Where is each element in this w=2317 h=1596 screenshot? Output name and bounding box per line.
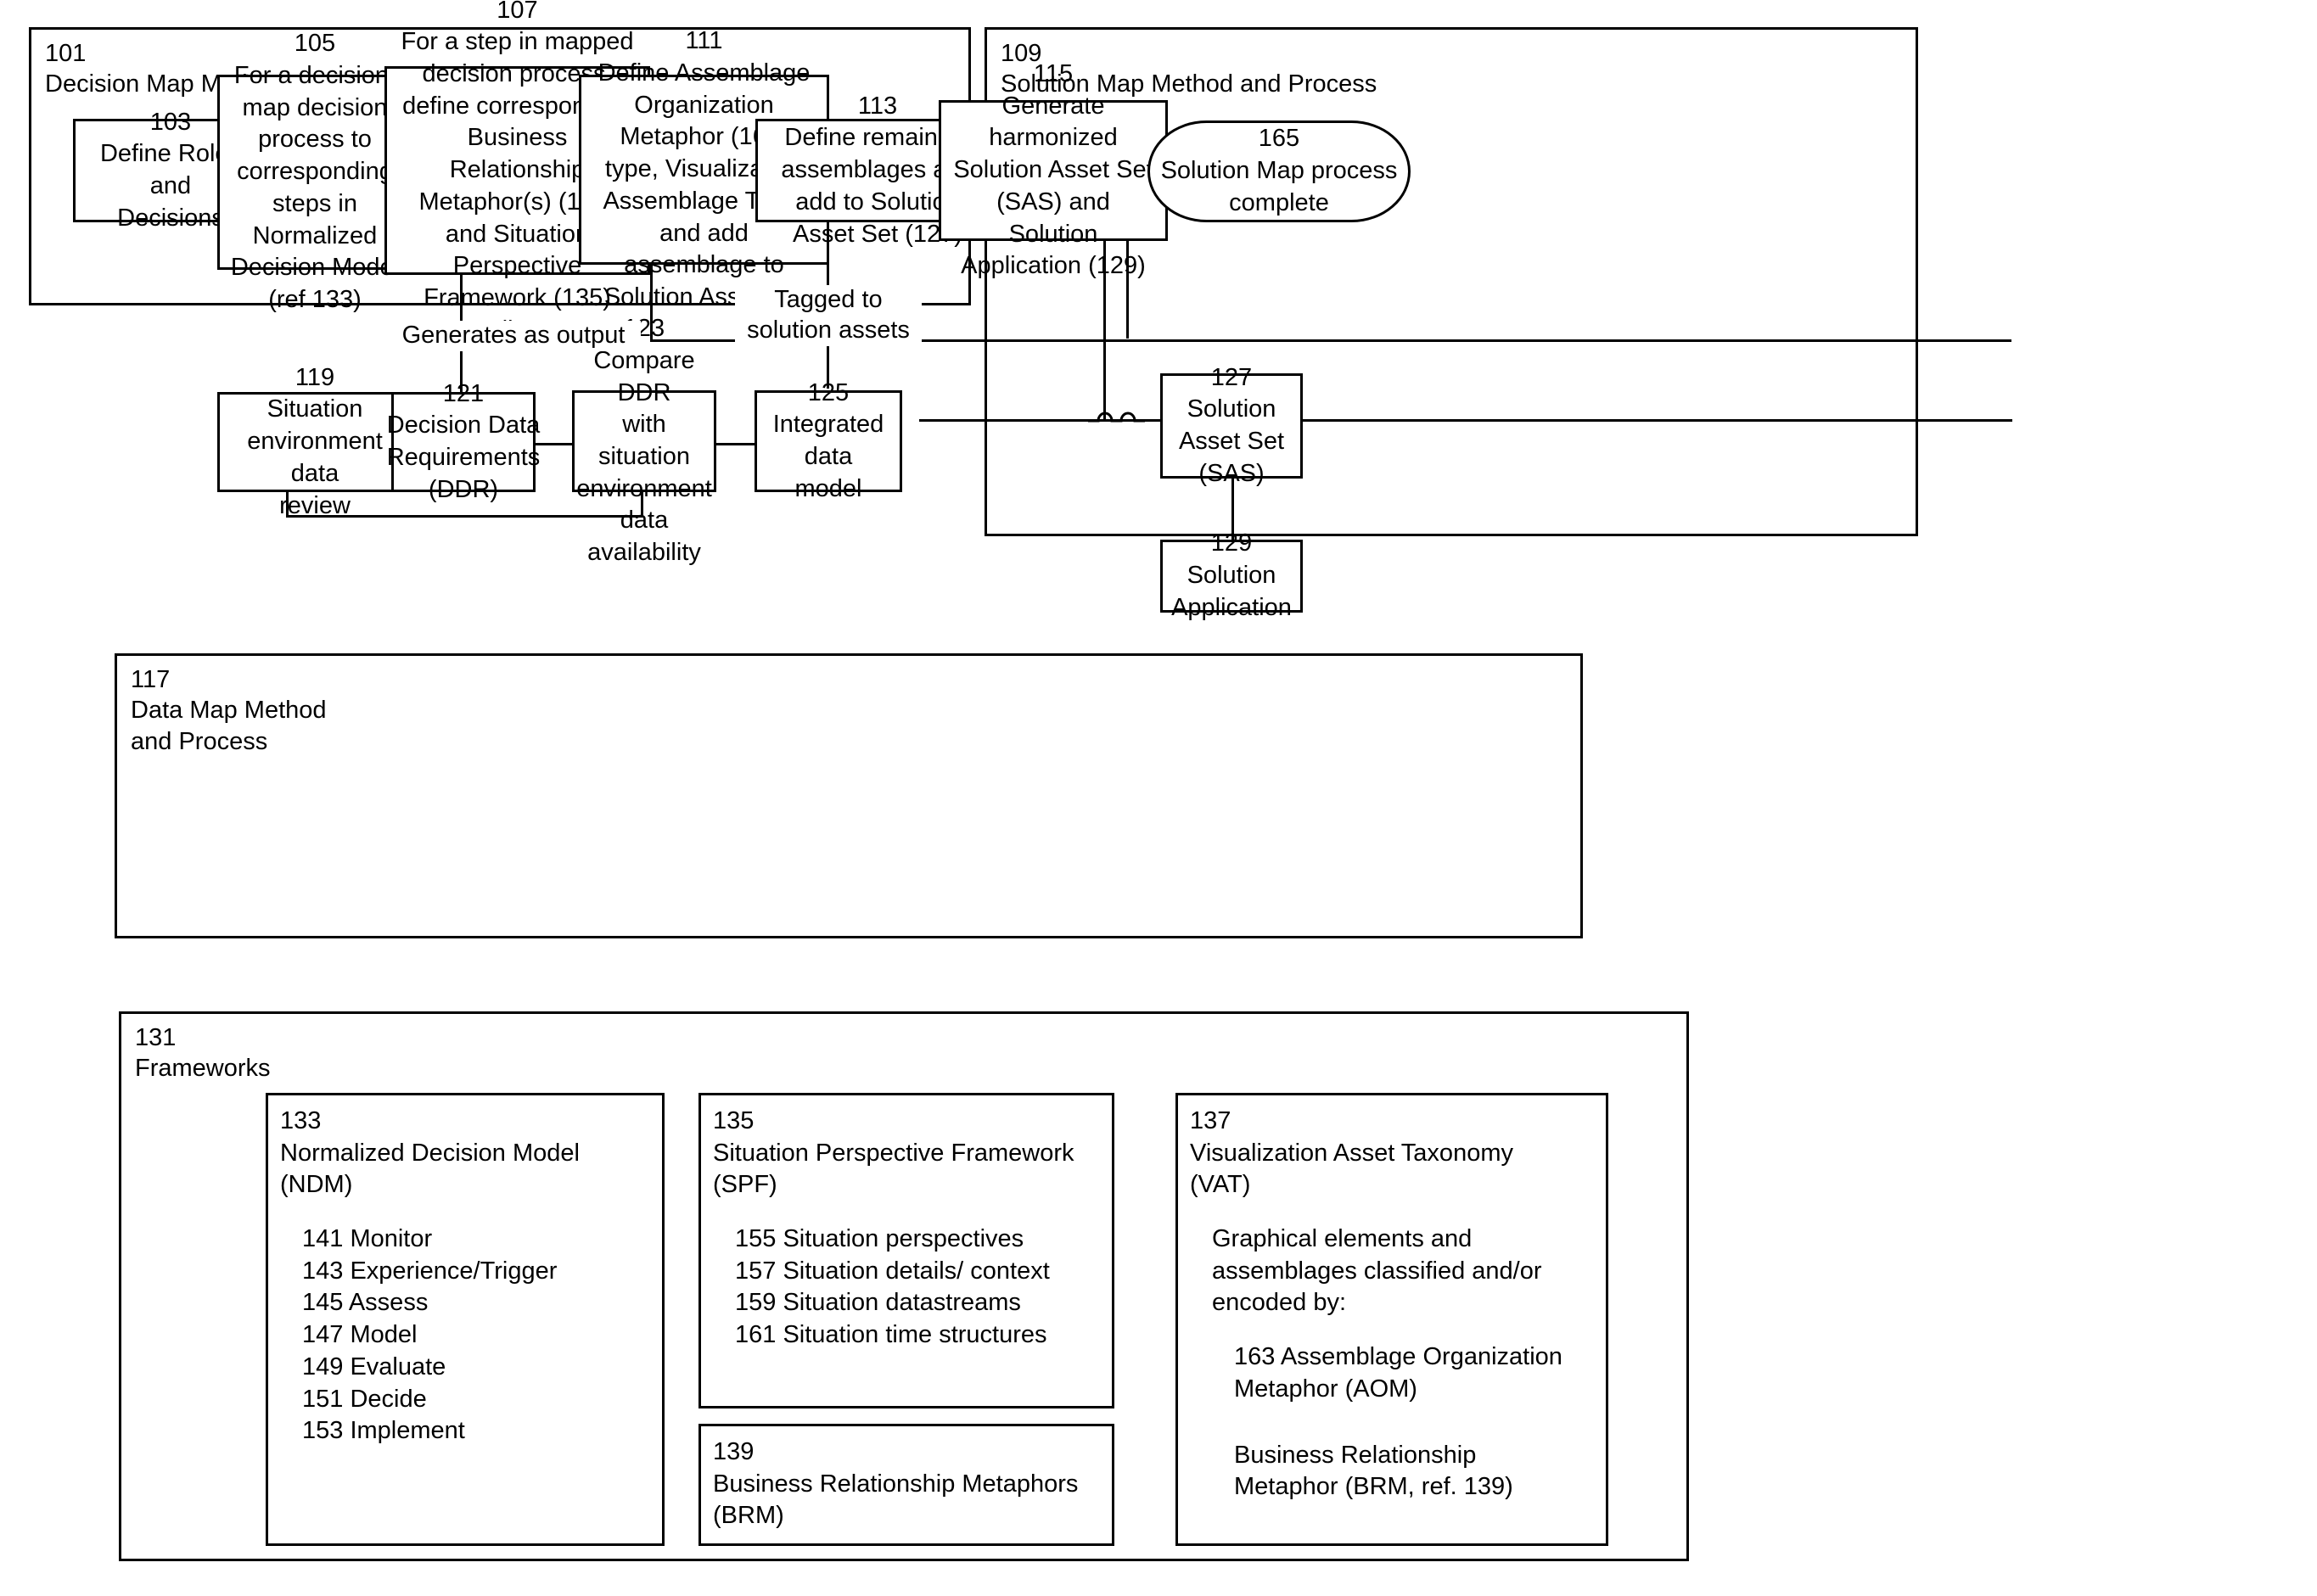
node-165-number: 165 — [1258, 125, 1300, 153]
node-129-number: 129 — [1210, 529, 1253, 557]
node-127-text: Solution Asset Set (SAS) — [1178, 395, 1285, 487]
framework-137-sub-brm: Business Relationship Metaphor (BRM, ref… — [1234, 1441, 1513, 1501]
framework-133-items: 141 Monitor 143 Experience/Trigger 145 A… — [302, 1225, 558, 1445]
edge-label-generates-as-output: Generates as output — [386, 321, 641, 351]
framework-137-number: 137 — [1190, 1107, 1231, 1134]
framework-137-body: Graphical elements and assemblages class… — [1212, 1225, 1542, 1317]
framework-135-title: Situation Perspective Framework (SPF) — [713, 1139, 1074, 1199]
group-data-map: 117 Data Map Method and Process — [115, 653, 1583, 938]
node-105-text: For a decision, map decision process to … — [230, 62, 400, 313]
node-119-number: 119 — [295, 363, 335, 391]
framework-135-items: 155 Situation perspectives 157 Situation… — [735, 1225, 1050, 1349]
node-111-number: 111 — [685, 27, 723, 55]
node-121-number: 121 — [442, 379, 485, 407]
node-119-situation-environment-data-review[interactable]: 119 Situation environment data review — [217, 364, 412, 519]
edge-115-rail-to-127 — [919, 419, 2012, 422]
framework-137-sub-aom: 163 Assemblage Organization Metaphor (AO… — [1234, 1343, 1562, 1403]
node-125-integrated-data-model[interactable]: 125 Integrated data model — [755, 379, 902, 502]
edge-123-to-125 — [714, 443, 756, 445]
figure-canvas: 101 Decision Map Method and Process 109 … — [0, 0, 2317, 1596]
node-129-text: Solution Application — [1171, 562, 1292, 621]
group-data-map-number: 117 — [131, 666, 171, 693]
node-113-number: 113 — [857, 92, 898, 120]
framework-panel-135-situation-perspective-framework[interactable]: 135 Situation Perspective Framework (SPF… — [698, 1093, 1114, 1408]
group-data-map-title: Data Map Method and Process — [131, 697, 327, 756]
node-123-text: Compare DDR with situation environment d… — [576, 346, 712, 567]
node-127-number: 127 — [1210, 363, 1253, 391]
framework-panel-133-normalized-decision-model[interactable]: 133 Normalized Decision Model (NDM) 141 … — [266, 1093, 665, 1546]
framework-panel-137-visualization-asset-taxonomy[interactable]: 137 Visualization Asset Taxonomy (VAT) G… — [1175, 1093, 1608, 1546]
node-123-compare-ddr-with-availability[interactable]: 123 Compare DDR with situation environme… — [572, 315, 716, 566]
node-115-text: Generate harmonized Solution Asset Set (… — [953, 92, 1153, 280]
group-frameworks-number: 131 — [135, 1024, 177, 1051]
framework-133-title: Normalized Decision Model (NDM) — [280, 1139, 580, 1199]
framework-139-title: Business Relationship Metaphors (BRM) — [713, 1470, 1079, 1530]
node-127-solution-asset-set[interactable]: 127 Solution Asset Set (SAS) — [1160, 364, 1303, 487]
node-115-number: 115 — [1033, 60, 1074, 88]
node-165-text: Solution Map process complete — [1160, 157, 1398, 216]
group-decision-map-number: 101 — [45, 40, 87, 67]
group-frameworks-title: Frameworks — [135, 1055, 271, 1082]
node-105-map-decision-process[interactable]: 105 For a decision, map decision process… — [217, 30, 412, 313]
node-105-number: 105 — [294, 30, 336, 58]
node-107-number: 107 — [496, 0, 538, 24]
node-165-solution-map-process-complete[interactable]: 165 Solution Map process complete — [1147, 120, 1411, 222]
node-121-decision-data-requirements[interactable]: 121 Decision Data Requirements (DDR) — [387, 380, 541, 503]
framework-137-title: Visualization Asset Taxonomy (VAT) — [1190, 1139, 1513, 1199]
node-129-solution-application[interactable]: 129 Solution Application — [1160, 529, 1303, 621]
node-119-text: Situation environment data review — [247, 395, 383, 519]
framework-139-number: 139 — [713, 1438, 755, 1465]
node-115-generate-harmonized-sas[interactable]: 115 Generate harmonized Solution Asset S… — [939, 60, 1168, 279]
node-125-number: 125 — [807, 378, 850, 406]
framework-133-number: 133 — [280, 1107, 322, 1134]
edge-label-tagged-to-solution-assets: Tagged to solution assets — [735, 285, 922, 346]
node-103-number: 103 — [149, 108, 192, 136]
line-hop-arc-1328 — [1111, 412, 1145, 423]
node-125-text: Integrated data model — [772, 411, 884, 502]
framework-panel-139-business-relationship-metaphors[interactable]: 139 Business Relationship Metaphors (BRM… — [698, 1424, 1114, 1546]
node-121-text: Decision Data Requirements (DDR) — [386, 412, 541, 503]
framework-135-number: 135 — [713, 1107, 755, 1134]
